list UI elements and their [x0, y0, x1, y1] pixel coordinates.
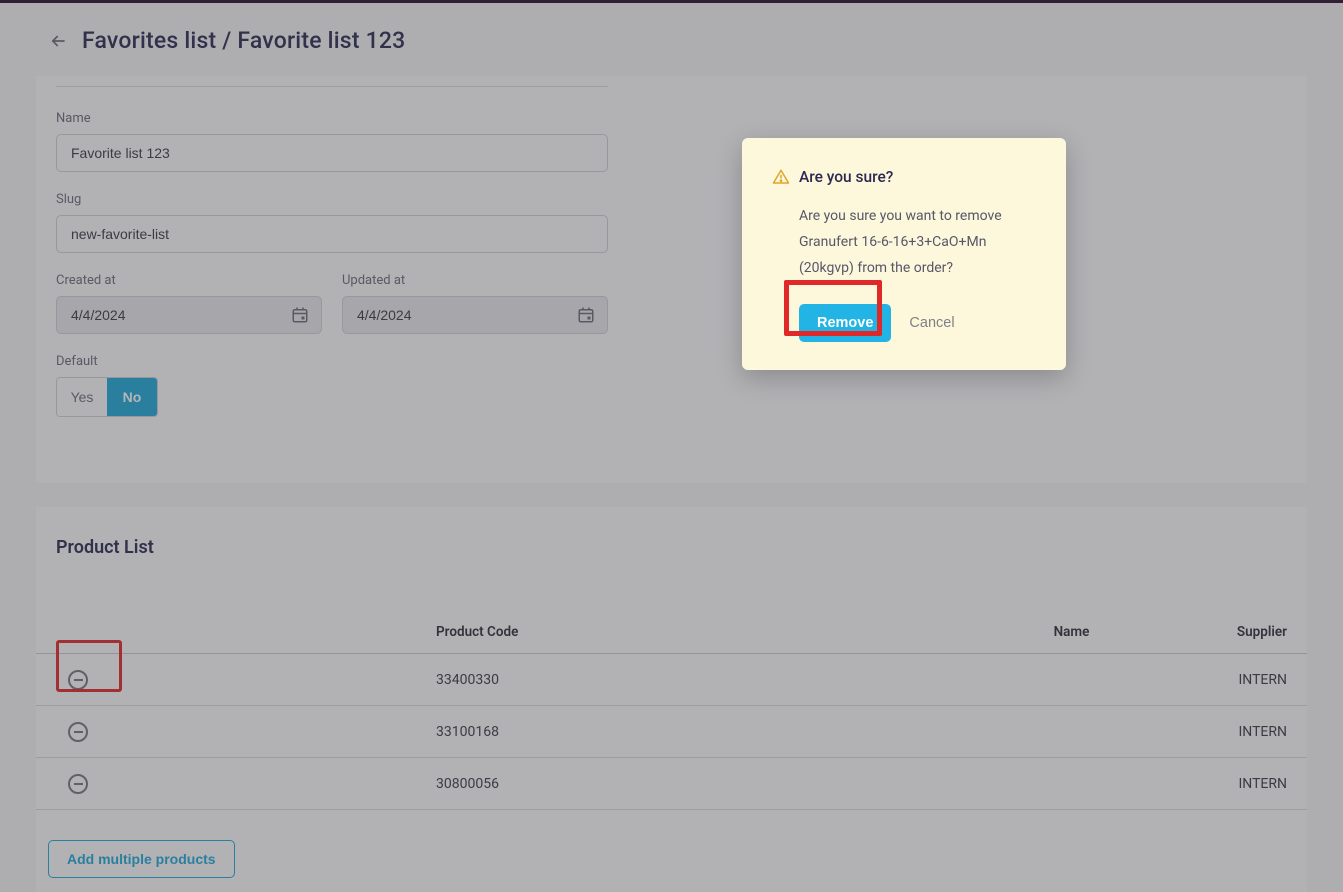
cancel-button[interactable]: Cancel — [909, 315, 954, 331]
confirm-dialog: Are you sure? Are you sure you want to r… — [742, 138, 1066, 370]
remove-button[interactable]: Remove — [799, 304, 891, 342]
dialog-title: Are you sure? — [799, 168, 893, 186]
dialog-body: Are you sure you want to remove Granufer… — [799, 204, 1042, 282]
modal-overlay[interactable] — [0, 0, 1343, 892]
warning-icon — [772, 168, 790, 186]
